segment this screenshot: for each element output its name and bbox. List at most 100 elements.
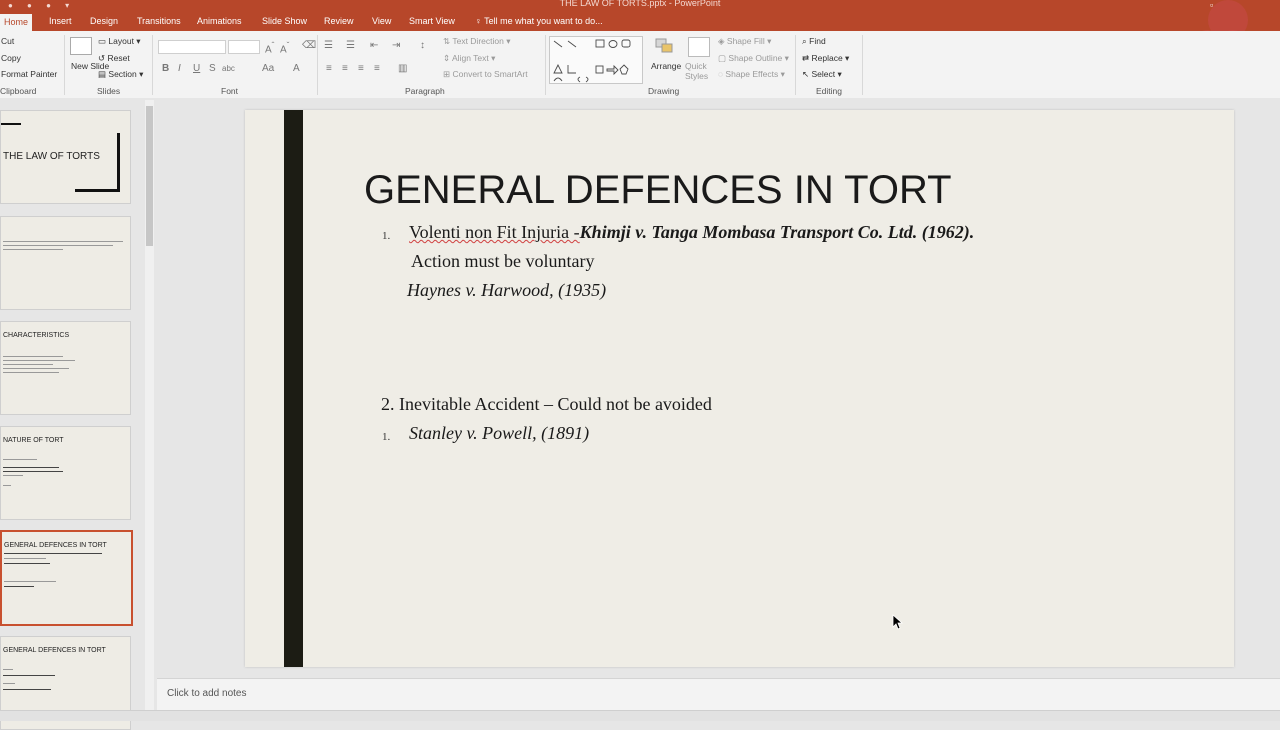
clear-format-icon[interactable]: ⌫: [302, 40, 316, 51]
group-separator: [64, 35, 65, 95]
slide-title[interactable]: GENERAL DEFENCES IN TORT: [364, 168, 952, 213]
tab-slide-show[interactable]: Slide Show: [262, 16, 307, 26]
reset-label: Reset: [107, 53, 130, 63]
convert-smartart-label: Convert to SmartArt: [452, 69, 528, 79]
shape-fill-label: Shape Fill: [726, 36, 765, 46]
align-left-icon[interactable]: ≡: [326, 63, 332, 74]
replace-button[interactable]: ⇄ Replace ▾: [802, 53, 849, 64]
thumb-text-line: [3, 689, 51, 690]
quick-styles-button[interactable]: Quick Styles: [685, 61, 715, 81]
cut-button[interactable]: Cut: [1, 36, 14, 46]
tab-insert[interactable]: Insert: [49, 16, 72, 26]
thumb-decoration: [1, 123, 21, 125]
current-slide[interactable]: GENERAL DEFENCES IN TORT 1. Volenti non …: [245, 110, 1234, 667]
thumb-text-line: [3, 249, 63, 250]
title-bar: ● ● ● ▾ THE LAW OF TORTS.pptx - PowerPoi…: [0, 0, 1280, 14]
underline-button[interactable]: U: [193, 63, 200, 74]
slide-accent-bar: [284, 110, 303, 667]
new-slide-icon[interactable]: [70, 37, 92, 55]
shapes-gallery[interactable]: [549, 36, 643, 84]
reset-button[interactable]: ↺ Reset: [98, 53, 130, 64]
group-separator: [862, 35, 863, 95]
tell-me-search[interactable]: ♀ Tell me what you want to do...: [475, 16, 603, 26]
line-spacing-icon[interactable]: ↕: [420, 40, 425, 51]
slide-thumbnail-1[interactable]: THE LAW OF TORTS: [0, 110, 131, 204]
align-text-button[interactable]: ⇕ Align Text ▾: [443, 53, 495, 64]
convert-smartart-button[interactable]: ⊞ Convert to SmartArt: [443, 69, 528, 80]
bold-button[interactable]: B: [162, 63, 169, 74]
italic-button[interactable]: I: [178, 63, 181, 74]
strikethrough-button[interactable]: abc: [222, 64, 235, 73]
editing-group-label: Editing: [816, 86, 842, 96]
arrange-button[interactable]: Arrange: [651, 61, 681, 71]
find-label: Find: [809, 36, 826, 46]
format-painter-button[interactable]: Format Painter: [1, 69, 57, 79]
shape-effects-label: Shape Effects: [725, 69, 779, 79]
tab-review[interactable]: Review: [324, 16, 354, 26]
slide-body-line[interactable]: Action must be voluntary: [411, 251, 594, 272]
slide-thumbnail-3[interactable]: CHARACTERISTICS: [0, 321, 131, 415]
thumb-text-line: [3, 669, 13, 670]
font-name-input[interactable]: [158, 40, 226, 54]
thumb-text-line: [4, 553, 102, 554]
scrollbar-thumb[interactable]: [146, 106, 153, 246]
search-icon: ⌕: [802, 36, 807, 46]
thumbnail-title: NATURE OF TORT: [3, 437, 64, 444]
align-right-icon[interactable]: ≡: [358, 63, 364, 74]
arrange-icon[interactable]: [654, 37, 674, 55]
slide-thumbnail-4[interactable]: NATURE OF TORT: [0, 426, 131, 520]
thumb-text-line: [4, 586, 34, 587]
shape-outline-button[interactable]: ▢ Shape Outline ▾: [718, 53, 789, 64]
change-case-button[interactable]: Aa: [262, 63, 274, 74]
notes-pane[interactable]: Click to add notes: [157, 678, 1280, 711]
shapes-icon: [553, 39, 631, 83]
thumbnail-scrollbar[interactable]: [145, 100, 154, 712]
thumbnail-title: CHARACTERISTICS: [3, 332, 70, 339]
quick-styles-icon[interactable]: [688, 37, 710, 57]
tab-animations[interactable]: Animations: [197, 16, 242, 26]
shape-fill-button[interactable]: ◈ Shape Fill ▾: [718, 36, 771, 47]
thumb-text-line: [3, 368, 69, 369]
font-color-icon[interactable]: A: [293, 63, 300, 74]
text-direction-button[interactable]: ⇅ Text Direction ▾: [443, 36, 510, 47]
copy-button[interactable]: Copy: [1, 53, 21, 63]
slide-body-line[interactable]: Volenti non Fit Injuria -Khimji v. Tanga…: [409, 222, 974, 243]
increase-indent-icon[interactable]: ⇥: [392, 40, 400, 51]
shadow-button[interactable]: S: [209, 63, 216, 74]
slide-thumbnail-5[interactable]: GENERAL DEFENCES IN TORT: [0, 530, 133, 626]
thumb-text-line: [3, 485, 11, 486]
increase-font-icon[interactable]: Aˆ: [265, 40, 274, 55]
tab-transitions[interactable]: Transitions: [137, 16, 181, 26]
layout-button[interactable]: ▭ Layout ▾: [98, 36, 141, 47]
case-citation[interactable]: Stanley v. Powell, (1891): [409, 423, 589, 444]
bullets-icon[interactable]: ☰: [324, 40, 333, 51]
font-size-input[interactable]: [228, 40, 260, 54]
slide-thumbnail-2[interactable]: [0, 216, 131, 310]
thumb-text-line: [3, 683, 15, 684]
select-button[interactable]: ↖ Select ▾: [802, 69, 842, 80]
tab-view[interactable]: View: [372, 16, 391, 26]
slide-body-line[interactable]: 2. Inevitable Accident – Could not be av…: [381, 394, 712, 415]
thumb-text-line: [3, 364, 53, 365]
thumb-text-line: [3, 372, 59, 373]
numbering-icon[interactable]: ☰: [346, 40, 355, 51]
section-button[interactable]: ▤ Section ▾: [98, 69, 143, 80]
shape-effects-button[interactable]: ◌ Shape Effects ▾: [718, 69, 785, 80]
decrease-font-icon[interactable]: Aˇ: [280, 40, 289, 55]
thumb-text-line: [3, 471, 63, 472]
thumb-text-line: [4, 558, 46, 559]
ribbon: Cut Copy Format Painter Clipboard New Sl…: [0, 31, 1280, 99]
columns-icon[interactable]: ▥: [398, 63, 407, 74]
lightbulb-icon: ♀: [475, 16, 482, 26]
text-direction-label: Text Direction: [452, 36, 504, 46]
thumbnail-title: GENERAL DEFENCES IN TORT: [3, 647, 106, 654]
case-citation[interactable]: Haynes v. Harwood, (1935): [407, 280, 606, 301]
tab-smart-view[interactable]: Smart View: [409, 16, 455, 26]
justify-icon[interactable]: ≡: [374, 63, 380, 74]
find-button[interactable]: ⌕ Find: [802, 36, 826, 47]
font-group-label: Font: [221, 86, 239, 96]
tab-home[interactable]: Home: [0, 14, 33, 31]
align-center-icon[interactable]: ≡: [342, 63, 348, 74]
tab-design[interactable]: Design: [90, 16, 118, 26]
decrease-indent-icon[interactable]: ⇤: [370, 40, 378, 51]
